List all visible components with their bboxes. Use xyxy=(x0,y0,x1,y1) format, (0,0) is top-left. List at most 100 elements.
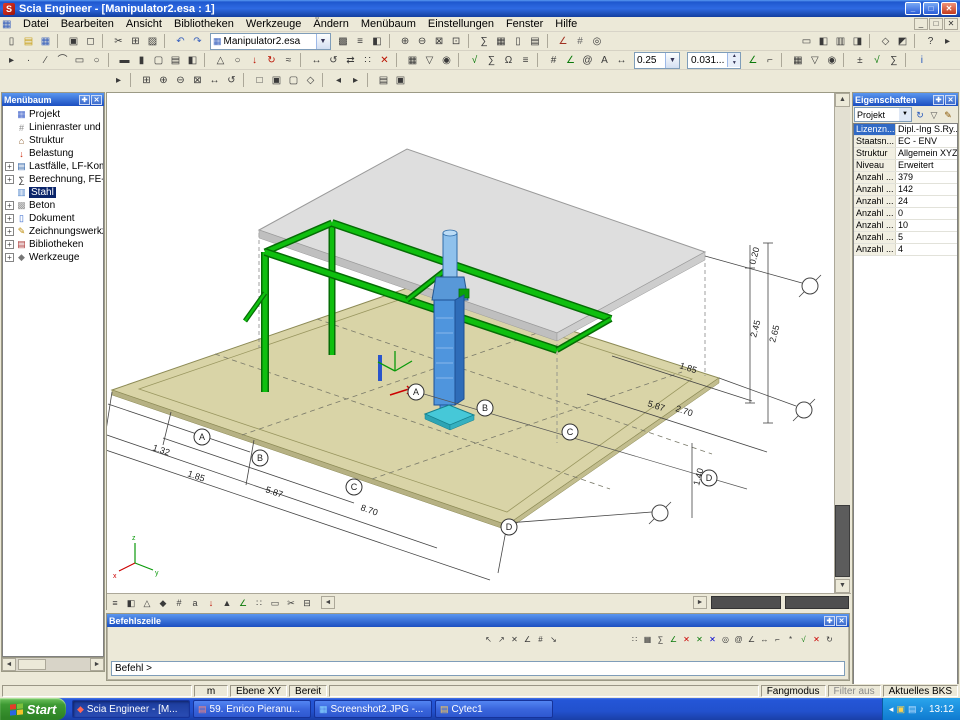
layer-visibility-icon[interactable]: ◉ xyxy=(823,52,840,68)
member-axes-icon[interactable]: ∠ xyxy=(235,595,251,610)
new-file-icon[interactable]: ▯ xyxy=(3,33,20,49)
property-row[interactable]: Anzahl ...24 xyxy=(854,196,957,208)
sum-icon[interactable]: ∑ xyxy=(654,633,667,646)
tree-item-lastf-lle-lf-komb[interactable]: +▤Lastfälle, LF-Komb xyxy=(3,160,103,173)
relative-icon[interactable]: @ xyxy=(732,633,745,646)
grid-icon[interactable]: # xyxy=(572,33,589,49)
select-table-icon[interactable]: ▦ xyxy=(404,52,421,68)
spinner-up-icon[interactable]: ▲ xyxy=(728,53,740,60)
snap-icon[interactable]: ◎ xyxy=(589,33,606,49)
scroll-left-icon[interactable]: ◄ xyxy=(321,596,335,609)
supports-display-icon[interactable]: ▲ xyxy=(219,595,235,610)
status-unit[interactable]: m xyxy=(194,685,228,697)
chevron-down-icon[interactable]: ▼ xyxy=(665,53,679,68)
loads-display-icon[interactable]: ↓ xyxy=(203,595,219,610)
grid-settings-icon[interactable]: # xyxy=(545,52,562,68)
precision-spinner[interactable]: 0.031... ▲▼ xyxy=(687,52,741,69)
open-file-icon[interactable]: ▤ xyxy=(20,33,37,49)
cancel-icon[interactable]: ✕ xyxy=(810,633,823,646)
pointer-icon[interactable]: ▸ xyxy=(110,72,127,88)
chevron-down-icon[interactable]: ▼ xyxy=(316,34,330,49)
circle-icon[interactable]: ○ xyxy=(88,52,105,68)
floor-plate[interactable] xyxy=(112,283,719,530)
status-current-ucs[interactable]: Aktuelles BKS xyxy=(883,685,958,697)
surfaces-icon[interactable]: △ xyxy=(139,595,155,610)
render-mode-icon[interactable]: ◧ xyxy=(123,595,139,610)
menu-hilfe[interactable]: Hilfe xyxy=(549,17,583,31)
ucs-icon[interactable]: ∠ xyxy=(562,52,579,68)
render-icon[interactable]: ◨ xyxy=(849,33,866,49)
steel-check-icon[interactable]: Ω xyxy=(500,52,517,68)
tree-item-linienraster-und-g[interactable]: #Linienraster und G xyxy=(3,121,103,134)
redo-icon[interactable]: ↷ xyxy=(189,33,206,49)
support-icon[interactable]: △ xyxy=(212,52,229,68)
3d-scene[interactable]: A B C D A B C D 1.32 1.85 5.87 xyxy=(107,93,835,593)
refresh-icon[interactable]: ↻ xyxy=(913,108,927,122)
tree-item-beton[interactable]: +▩Beton xyxy=(3,199,103,212)
snap-nearest-icon[interactable]: ↘ xyxy=(547,633,560,646)
maximize-button[interactable]: □ xyxy=(923,2,939,15)
document-icon[interactable]: ▯ xyxy=(510,33,527,49)
view-axonometric-icon[interactable]: ◇ xyxy=(302,72,319,88)
taskbar-button-cytec1[interactable]: ▤Cytec1 xyxy=(435,700,553,718)
volume-tray-icon[interactable]: ♪ xyxy=(919,704,924,714)
tables-icon[interactable]: ▦ xyxy=(493,33,510,49)
array-icon[interactable]: ∷ xyxy=(359,52,376,68)
help-icon[interactable]: ? xyxy=(922,33,939,49)
taskbar-button-59-enrico-pieranu[interactable]: ▤59. Enrico Pieranu... xyxy=(193,700,311,718)
property-row[interactable]: Lizenzn...Dipl.-Ing S.Ry... xyxy=(854,124,957,136)
project-settings-icon[interactable]: ▩ xyxy=(335,33,352,49)
filter-funnel-icon[interactable]: ▽ xyxy=(806,52,823,68)
menu-ansicht[interactable]: Ansicht xyxy=(120,17,168,31)
axonometry-icon[interactable]: ◩ xyxy=(894,33,911,49)
text-icon[interactable]: A xyxy=(596,52,613,68)
3d-viewport[interactable]: A B C D A B C D 1.32 1.85 5.87 xyxy=(107,93,835,593)
toolbar-more-icon[interactable]: ▸ xyxy=(939,33,956,49)
document-combo[interactable]: ▦ Manipulator2.esa ▼ xyxy=(210,33,331,50)
tree-item-werkzeuge[interactable]: +◆Werkzeuge xyxy=(3,251,103,264)
zoom-window-icon[interactable]: ⊡ xyxy=(448,33,465,49)
tree-item-dokument[interactable]: +▯Dokument xyxy=(3,212,103,225)
gallery-icon[interactable]: ▤ xyxy=(527,33,544,49)
menu-datei[interactable]: Datei xyxy=(17,17,55,31)
tree-item-projekt[interactable]: ▦Projekt xyxy=(3,108,103,121)
pan-icon[interactable]: ↔ xyxy=(206,72,223,88)
funnel-icon[interactable]: ▽ xyxy=(927,108,941,122)
angle-icon[interactable]: ∠ xyxy=(745,633,758,646)
length-icon[interactable]: ↔ xyxy=(758,633,771,646)
xyz-axes-icon[interactable]: ∠ xyxy=(667,633,680,646)
tree-hscrollbar[interactable]: ◄ ► xyxy=(2,657,104,671)
point-icon[interactable]: · xyxy=(20,52,37,68)
hidden-line-icon[interactable]: ▥ xyxy=(832,33,849,49)
antivirus-tray-icon[interactable]: ▣ xyxy=(896,704,905,715)
canvas-vscrollbar[interactable]: ▲ ▼ xyxy=(835,93,850,593)
scroll-thumb[interactable] xyxy=(18,659,46,670)
taskbar-button-scia-engineer-m[interactable]: ◆Scia Engineer - [M... xyxy=(72,700,190,718)
zoom-in-icon[interactable]: ⊕ xyxy=(397,33,414,49)
scroll-thumb[interactable] xyxy=(835,505,850,577)
snap-ortho-icon[interactable]: ∠ xyxy=(521,633,534,646)
scroll-right-icon[interactable]: ► xyxy=(693,596,707,609)
tree-item-zeichnungswerkz[interactable]: +✎Zeichnungswerkz xyxy=(3,225,103,238)
property-row[interactable]: StrukturAllgemein XYZ xyxy=(854,148,957,160)
visibility-icon[interactable]: ◉ xyxy=(438,52,455,68)
menu-tree-header[interactable]: Menübaum ✚ ✕ xyxy=(2,93,104,106)
check-icon[interactable]: √ xyxy=(466,52,483,68)
volumes-icon[interactable]: ◆ xyxy=(155,595,171,610)
labels-icon[interactable]: a xyxy=(187,595,203,610)
pencil-icon[interactable]: ✎ xyxy=(941,108,955,122)
y-axis-icon[interactable]: ✕ xyxy=(693,633,706,646)
command-panel-header[interactable]: Befehlszeile ✚ ✕ xyxy=(107,614,849,627)
pin-icon[interactable]: ✚ xyxy=(933,95,944,105)
start-button[interactable]: Start xyxy=(0,698,66,720)
command-input[interactable]: Befehl > xyxy=(111,661,845,676)
menu-men-baum[interactable]: Menübaum xyxy=(355,17,422,31)
menu-werkzeuge[interactable]: Werkzeuge xyxy=(240,17,307,31)
property-row[interactable]: NiveauErweitert xyxy=(854,160,957,172)
zoom-out-view-icon[interactable]: ⊖ xyxy=(172,72,189,88)
titlebar[interactable]: S Scia Engineer - [Manipulator2.esa : 1]… xyxy=(0,0,960,17)
clipping-box-icon[interactable]: ⊟ xyxy=(299,595,315,610)
zoom-rect-icon[interactable]: ⊞ xyxy=(138,72,155,88)
paste-icon[interactable]: ▨ xyxy=(144,33,161,49)
property-row[interactable]: Staatsn...EC - ENV xyxy=(854,136,957,148)
